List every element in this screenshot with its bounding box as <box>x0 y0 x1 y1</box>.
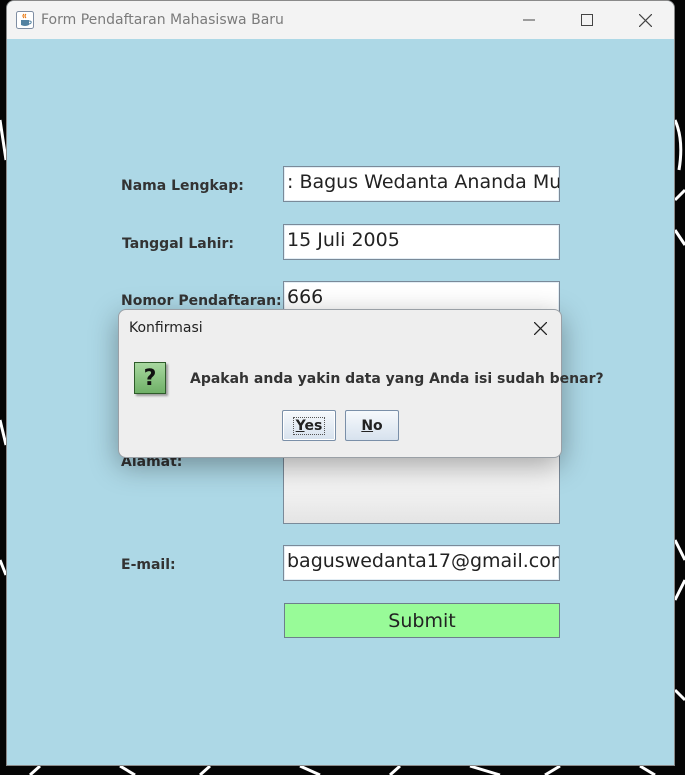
tanggal-lahir-label: Tanggal Lahir: <box>122 236 234 252</box>
tanggal-lahir-input[interactable]: 15 Juli 2005 <box>283 224 560 260</box>
close-button[interactable] <box>616 1 674 39</box>
nama-label: Nama Lengkap: <box>121 178 244 194</box>
yes-rest: es <box>304 417 323 434</box>
nama-input[interactable]: : Bagus Wedanta Ananda Murti <box>283 166 560 202</box>
title-bar[interactable]: Form Pendaftaran Mahasiswa Baru <box>7 1 674 39</box>
java-cup-icon <box>16 11 34 29</box>
minimize-icon <box>523 19 535 21</box>
close-icon <box>638 13 652 27</box>
maximize-icon <box>581 14 593 26</box>
email-input[interactable]: baguswedanta17@gmail.com <box>283 545 560 581</box>
no-rest: o <box>373 417 383 434</box>
minimize-button[interactable] <box>500 1 558 39</box>
no-mnemonic: N <box>361 417 374 434</box>
confirm-dialog: Konfirmasi ? Apakah anda yakin data yang… <box>118 309 604 458</box>
submit-button[interactable]: Submit <box>284 603 560 638</box>
email-label: E-mail: <box>121 557 176 573</box>
question-icon: ? <box>134 362 166 394</box>
dialog-message: Apakah anda yakin data yang Anda isi sud… <box>190 371 604 387</box>
dialog-close-button[interactable] <box>527 316 553 340</box>
no-button[interactable]: No <box>345 410 399 441</box>
yes-button-label: Yes <box>292 416 326 435</box>
close-icon <box>533 321 547 335</box>
dialog-title: Konfirmasi <box>129 320 203 336</box>
maximize-button[interactable] <box>558 1 616 39</box>
yes-button[interactable]: Yes <box>282 410 336 441</box>
yes-mnemonic: Y <box>295 417 305 434</box>
nomor-pendaftaran-label: Nomor Pendaftaran: <box>121 293 282 309</box>
window-title: Form Pendaftaran Mahasiswa Baru <box>41 12 284 28</box>
